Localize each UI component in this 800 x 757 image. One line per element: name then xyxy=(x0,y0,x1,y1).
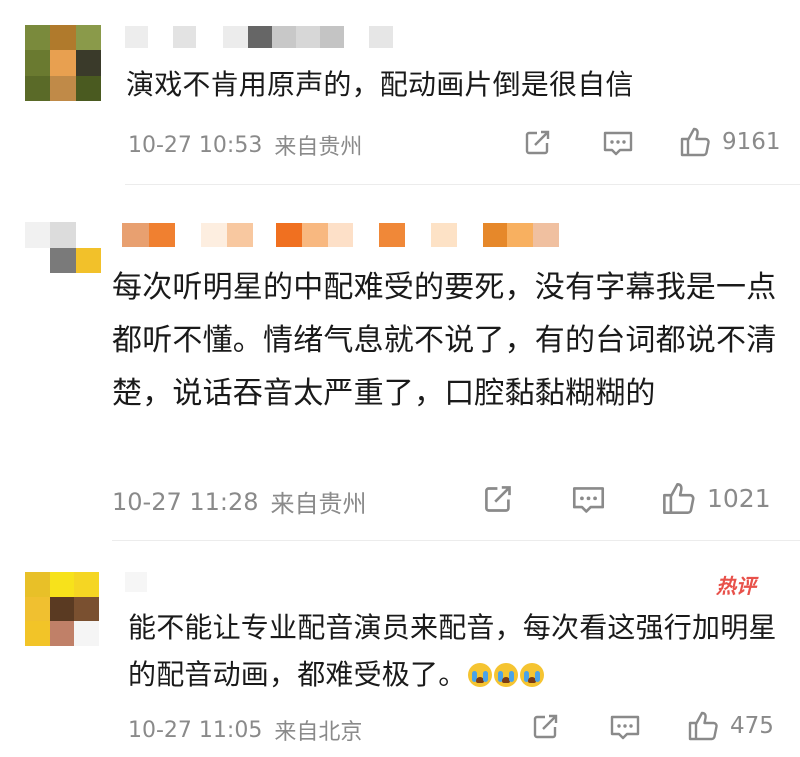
avatar[interactable] xyxy=(25,572,99,646)
comment-text: 能不能让专业配音演员来配音，每次看这强行加明星的配音动画，都难受极了。 xyxy=(128,604,778,698)
comment-icon xyxy=(572,487,605,513)
comment-location: 来自贵州 xyxy=(274,135,363,160)
like-count: 475 xyxy=(730,713,774,739)
share-icon xyxy=(533,714,558,739)
username-blurred[interactable] xyxy=(125,26,393,48)
comment-meta: 10-27 10:53 来自贵州 xyxy=(128,129,362,161)
comment-meta: 10-27 11:05 来自北京 xyxy=(128,714,362,746)
comment-icon xyxy=(603,131,633,156)
like-count: 1021 xyxy=(707,484,771,513)
comment-text: 演戏不肯用原声的，配动画片倒是很自信 xyxy=(126,68,634,101)
comment-text-content: 能不能让专业配音演员来配音，每次看这强行加明星的配音动画，都难受极了。 xyxy=(128,611,777,691)
comment-button[interactable] xyxy=(609,714,641,742)
loudly-crying-face-icon xyxy=(468,663,493,687)
share-button[interactable] xyxy=(482,483,515,516)
like-button[interactable]: 1021 xyxy=(660,480,771,517)
comment-item: 每次听明星的中配难受的要死，没有字幕我是一点都听不懂。情绪气息就不说了，有的台词… xyxy=(0,185,800,541)
username-blurred[interactable] xyxy=(122,223,559,247)
share-button[interactable] xyxy=(523,128,553,158)
share-icon xyxy=(485,486,511,512)
hot-comment-badge: 热评 xyxy=(716,574,756,598)
share-button[interactable] xyxy=(531,712,561,742)
comment-time: 10-27 10:53 xyxy=(128,132,263,158)
comment-button[interactable] xyxy=(571,485,606,516)
comment-location: 来自北京 xyxy=(274,720,363,745)
comment-button[interactable] xyxy=(602,130,634,158)
comment-location: 来自贵州 xyxy=(270,490,367,518)
loudly-crying-face-icon xyxy=(494,663,519,687)
like-button[interactable]: 475 xyxy=(686,709,774,743)
comment-meta: 10-27 11:28 来自贵州 xyxy=(112,484,367,519)
like-button[interactable]: 9161 xyxy=(678,125,781,159)
thumbs-up-icon xyxy=(688,711,718,741)
comment-icon xyxy=(610,715,640,740)
username-blurred[interactable] xyxy=(125,572,147,592)
comment-time: 10-27 11:28 xyxy=(112,487,259,516)
thumbs-up-icon xyxy=(680,127,710,157)
comment-item: 热评 能不能让专业配音演员来配音，每次看这强行加明星的配音动画，都难受极了。 1… xyxy=(0,540,800,757)
share-icon xyxy=(525,130,550,155)
avatar[interactable] xyxy=(25,222,101,273)
thumbs-up-icon xyxy=(663,483,695,514)
like-count: 9161 xyxy=(722,129,781,155)
comment-item: 演戏不肯用原声的，配动画片倒是很自信 10-27 10:53 来自贵州 9161 xyxy=(0,0,800,185)
comment-time: 10-27 11:05 xyxy=(128,717,263,743)
avatar[interactable] xyxy=(25,25,101,101)
comment-text: 每次听明星的中配难受的要死，没有字幕我是一点都听不懂。情绪气息就不说了，有的台词… xyxy=(112,270,777,411)
loudly-crying-face-icon xyxy=(520,663,545,687)
